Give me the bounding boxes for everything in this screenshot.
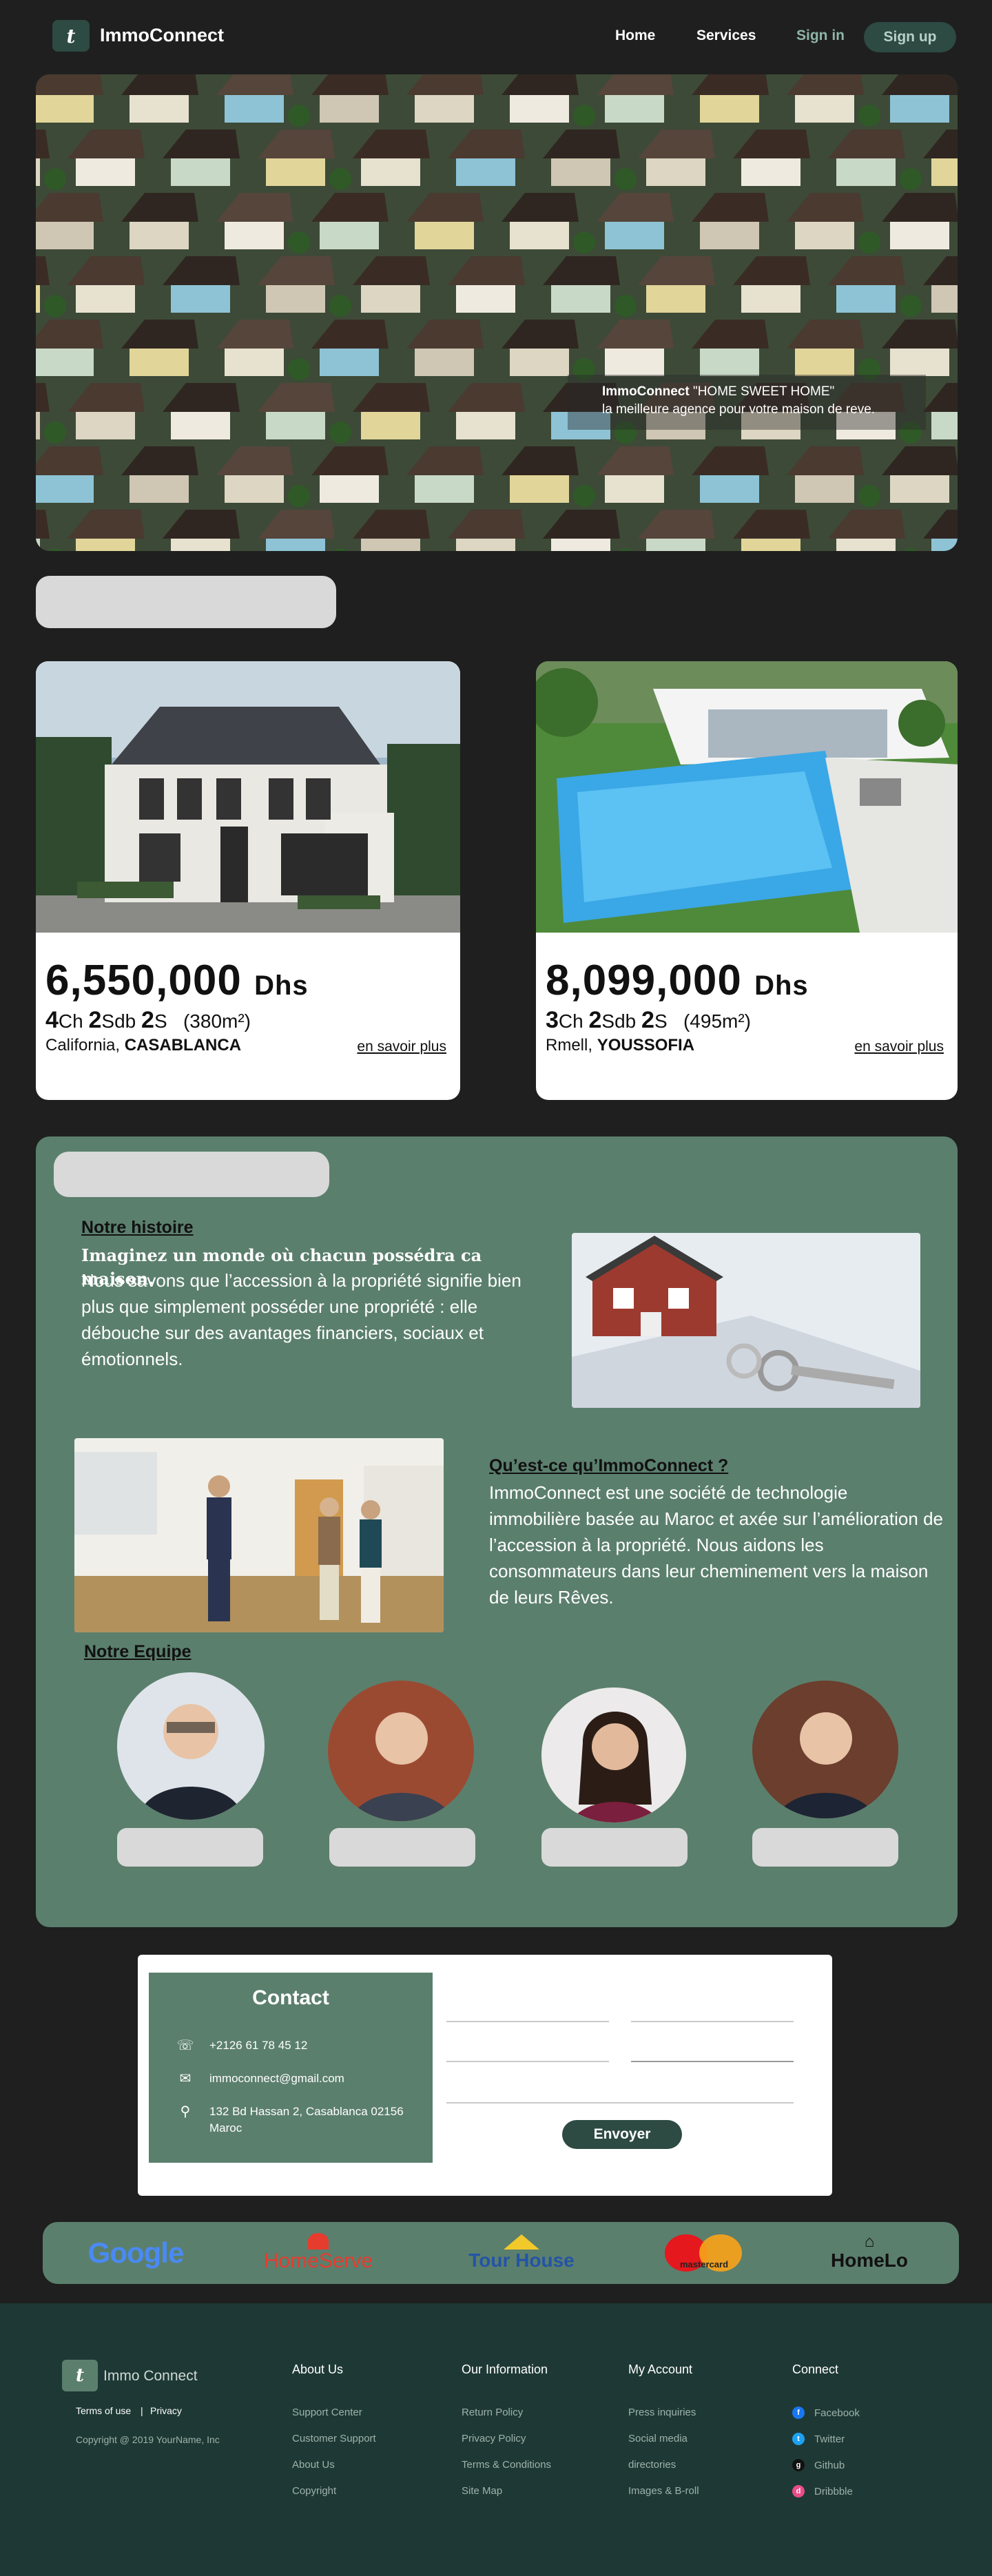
- site-footer: t Immo Connect Terms of use | Privacy Co…: [0, 2303, 992, 2576]
- listing-location: California, CASABLANCA: [45, 1036, 242, 1055]
- listing-more-link[interactable]: en savoir plus: [357, 1039, 446, 1055]
- footer-link[interactable]: Images & B-roll: [628, 2485, 699, 2497]
- listing-location: Rmell, YOUSSOFIA: [546, 1036, 695, 1055]
- footer-col-title: My Account: [628, 2362, 693, 2376]
- section-title-placeholder: [36, 576, 336, 628]
- send-button[interactable]: Envoyer: [562, 2120, 682, 2149]
- facebook-link[interactable]: f Facebook: [792, 2407, 860, 2419]
- dribbble-link[interactable]: d Dribbble: [792, 2485, 853, 2497]
- message-input[interactable]: [446, 2102, 794, 2104]
- nav-services-link[interactable]: Services: [696, 28, 756, 44]
- contact-email: ✉ immoconnect@gmail.com: [176, 2070, 344, 2087]
- hero-tagline: "HOME SWEET HOME": [692, 384, 835, 399]
- team-member-avatar[interactable]: [752, 1681, 898, 1818]
- facebook-icon: f: [792, 2407, 805, 2419]
- twitter-icon: t: [792, 2433, 805, 2445]
- footer-col-title: Our Information: [462, 2362, 548, 2376]
- team-member-avatar[interactable]: [328, 1681, 474, 1821]
- listing-card[interactable]: 8,099,000 Dhs 3Ch 2Sdb 2S (495m²) Rmell,…: [536, 661, 958, 1100]
- footer-copyright: Copyright @ 2019 YourName, Inc: [76, 2434, 220, 2445]
- footer-col-title: About Us: [292, 2362, 344, 2376]
- partners-bar: Google HomeServe Tour House mastercard ⌂…: [43, 2222, 959, 2284]
- mail-icon: ✉: [179, 2071, 192, 2086]
- hero-subtitle: la meilleure agence pour votre maison de…: [602, 402, 876, 417]
- hero-banner: ImmoConnect "HOME SWEET HOME" la meilleu…: [36, 74, 958, 551]
- listing-specs: 4Ch 2Sdb 2S (380m²): [45, 1007, 251, 1033]
- partner-logo-google[interactable]: Google: [84, 2222, 187, 2284]
- homeserve-icon: [308, 2233, 329, 2250]
- hero-houses-image: [36, 74, 958, 551]
- listing-house-image: [536, 661, 958, 933]
- footer-link[interactable]: Press inquiries: [628, 2407, 696, 2418]
- footer-link[interactable]: Social media: [628, 2433, 688, 2444]
- phone-icon: ☏: [176, 2038, 194, 2053]
- listing-house-image: [36, 661, 460, 933]
- team-name-placeholder: [752, 1828, 898, 1867]
- story-body: Nous savons que l’accession à la proprié…: [81, 1270, 521, 1369]
- contact-phone: ☏ +2126 61 78 45 12: [176, 2038, 308, 2053]
- agents-image: [74, 1438, 444, 1632]
- footer-link[interactable]: Customer Support: [292, 2433, 376, 2444]
- contact-info-panel: Contact ☏ +2126 61 78 45 12 ✉ immoconnect@…: [149, 1973, 433, 2163]
- team-name-placeholder: [329, 1828, 475, 1867]
- brand-name[interactable]: ImmoConnect: [100, 25, 224, 46]
- first-name-input[interactable]: [446, 2021, 609, 2022]
- what-body: ImmoConnect est une société de technolog…: [489, 1482, 943, 1608]
- what-title: Qu’est-ce qu’ImmoConnect ?: [489, 1456, 729, 1475]
- tourhouse-icon: [504, 2234, 539, 2250]
- logo-icon[interactable]: t: [52, 20, 90, 52]
- top-navbar: t ImmoConnect Home Services Sign in Sign…: [0, 0, 992, 72]
- listing-specs: 3Ch 2Sdb 2S (495m²): [546, 1007, 751, 1033]
- dribbble-icon: d: [792, 2485, 805, 2497]
- contact-form-card: Contact ☏ +2126 61 78 45 12 ✉ immoconnect@…: [138, 1955, 832, 2196]
- partner-logo-homelo[interactable]: ⌂ HomeLo: [814, 2222, 924, 2284]
- footer-link[interactable]: Copyright: [292, 2485, 336, 2497]
- footer-link[interactable]: Return Policy: [462, 2407, 523, 2418]
- hero-brand: ImmoConnect: [602, 384, 690, 399]
- contact-address: ⚲ 132 Bd Hassan 2, Casablanca 02156 Maroc: [176, 2104, 411, 2137]
- github-link[interactable]: g Github: [792, 2459, 845, 2471]
- twitter-link[interactable]: t Twitter: [792, 2433, 845, 2445]
- keys-house-image: [572, 1233, 920, 1408]
- homelo-roof-icon: ⌂: [864, 2232, 875, 2251]
- privacy-link[interactable]: Privacy: [150, 2405, 182, 2416]
- listing-more-link[interactable]: en savoir plus: [854, 1039, 944, 1055]
- listing-price: 8,099,000 Dhs: [546, 957, 809, 1004]
- footer-link[interactable]: Site Map: [462, 2485, 502, 2497]
- about-section: Notre histoire Imaginez un monde où chac…: [36, 1136, 958, 1927]
- hero-caption: ImmoConnect "HOME SWEET HOME" la meilleu…: [568, 375, 926, 430]
- footer-logo-icon[interactable]: t: [62, 2360, 98, 2391]
- story-title: Notre histoire: [81, 1218, 194, 1237]
- partner-logo-mastercard[interactable]: mastercard: [649, 2222, 759, 2284]
- github-icon: g: [792, 2459, 805, 2471]
- nav-signin-link[interactable]: Sign in: [796, 28, 845, 44]
- phone-input[interactable]: [631, 2061, 794, 2062]
- footer-brand: Immo Connect: [103, 2368, 198, 2384]
- footer-col-title: Connect: [792, 2362, 839, 2376]
- contact-title: Contact: [252, 1986, 329, 2009]
- team-title: Notre Equipe: [84, 1642, 192, 1661]
- team-name-placeholder: [541, 1828, 688, 1867]
- team-member-avatar[interactable]: [117, 1672, 265, 1820]
- team-member-avatar[interactable]: [541, 1687, 686, 1822]
- team-name-placeholder: [117, 1828, 263, 1867]
- email-input[interactable]: [446, 2061, 609, 2062]
- last-name-input[interactable]: [631, 2021, 794, 2022]
- footer-link[interactable]: Privacy Policy: [462, 2433, 526, 2444]
- nav-home-link[interactable]: Home: [615, 28, 655, 44]
- footer-link[interactable]: About Us: [292, 2459, 335, 2471]
- footer-link[interactable]: directories: [628, 2459, 676, 2471]
- footer-link[interactable]: Support Center: [292, 2407, 362, 2418]
- terms-link[interactable]: Terms of use: [76, 2405, 131, 2416]
- signup-button[interactable]: Sign up: [864, 22, 956, 52]
- listing-card[interactable]: 6,550,000 Dhs 4Ch 2Sdb 2S (380m²) Califo…: [36, 661, 460, 1100]
- about-title-placeholder: [54, 1152, 329, 1197]
- footer-separator: |: [141, 2405, 143, 2416]
- footer-link[interactable]: Terms & Conditions: [462, 2459, 551, 2471]
- location-icon: ⚲: [180, 2104, 191, 2119]
- partner-logo-tourhouse[interactable]: Tour House: [449, 2222, 594, 2284]
- listing-price: 6,550,000 Dhs: [45, 957, 309, 1004]
- partner-logo-homeserve[interactable]: HomeServe: [249, 2222, 387, 2284]
